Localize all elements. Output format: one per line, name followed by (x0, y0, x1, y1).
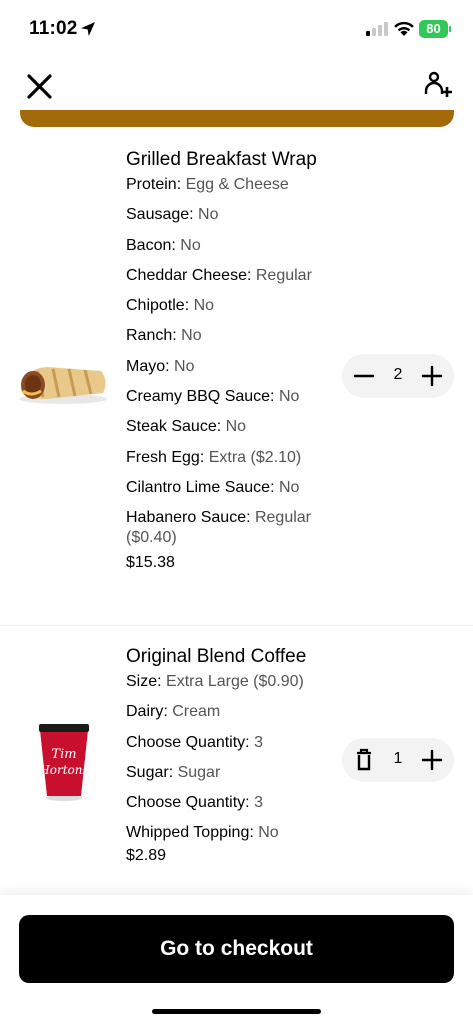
item-price: $2.89 (126, 847, 167, 865)
wifi-icon (394, 21, 414, 36)
status-bar: 11:02 80 (0, 0, 473, 56)
plus-icon[interactable] (417, 745, 447, 775)
item-option: Creamy BBQ Sauce: No (126, 388, 300, 406)
checkout-bar: Go to checkout (0, 895, 473, 1024)
item-option: Bacon: No (126, 236, 201, 254)
cart-item-grilled-breakfast-wrap: Grilled Breakfast Wrap Protein: Egg & Ch… (0, 140, 473, 625)
item-option: Chipotle: No (126, 297, 215, 315)
svg-text:Hortons: Hortons (38, 763, 88, 777)
item-option: Fresh Egg: Extra ($2.10) (126, 448, 302, 466)
battery-level: 80 (426, 21, 441, 36)
close-icon[interactable] (23, 71, 55, 103)
quantity-value: 1 (393, 750, 403, 767)
status-time: 11:02 (29, 18, 78, 39)
cellular-signal-icon (366, 22, 388, 36)
battery-indicator: 80 (419, 20, 451, 38)
breakfast-wrap-image (19, 367, 107, 404)
item-option: Cheddar Cheese: Regular (126, 266, 312, 284)
item-option: Mayo: No (126, 357, 195, 375)
home-indicator (152, 1009, 321, 1014)
quantity-stepper: 2 (342, 354, 454, 398)
item-option: Protein: Egg & Cheese (126, 176, 289, 193)
item-option: Size: Extra Large ($0.90) (126, 673, 304, 690)
item-option: Cilantro Lime Sauce: No (126, 478, 300, 496)
item-option: Choose Quantity: 3 (126, 733, 263, 751)
quantity-value: 2 (393, 366, 403, 383)
add-person-icon[interactable] (421, 70, 453, 102)
item-option: Choose Quantity: 3 (126, 794, 263, 812)
item-title: Original Blend Coffee (126, 646, 307, 667)
cart-item-original-blend-coffee: Tim Hortons Original Blend Coffee Size: … (0, 625, 473, 895)
item-option: Sausage: No (126, 206, 219, 224)
item-option: Ranch: No (126, 327, 202, 345)
item-option: Habanero Sauce: Regular ($0.40) (126, 509, 312, 547)
plus-icon[interactable] (417, 361, 447, 391)
item-option: Steak Sauce: No (126, 418, 247, 436)
item-title: Grilled Breakfast Wrap (126, 149, 317, 170)
item-option: Whipped Topping: No (126, 824, 279, 842)
location-arrow-icon (81, 22, 95, 36)
minus-icon[interactable] (349, 361, 379, 391)
coffee-cup-image: Tim Hortons (38, 724, 89, 801)
item-price: $15.38 (126, 554, 175, 572)
go-to-checkout-button[interactable]: Go to checkout (19, 915, 454, 983)
trash-icon[interactable] (349, 745, 379, 775)
quantity-stepper: 1 (342, 738, 454, 782)
item-option: Dairy: Cream (126, 703, 221, 721)
restaurant-brand-band (20, 110, 454, 127)
svg-text:Tim: Tim (51, 747, 76, 762)
item-option: Sugar: Sugar (126, 763, 221, 781)
battery-tip (449, 26, 451, 32)
item-details: Original Blend Coffee Size: Extra Large … (126, 645, 336, 866)
item-details: Grilled Breakfast Wrap Protein: Egg & Ch… (126, 148, 336, 573)
